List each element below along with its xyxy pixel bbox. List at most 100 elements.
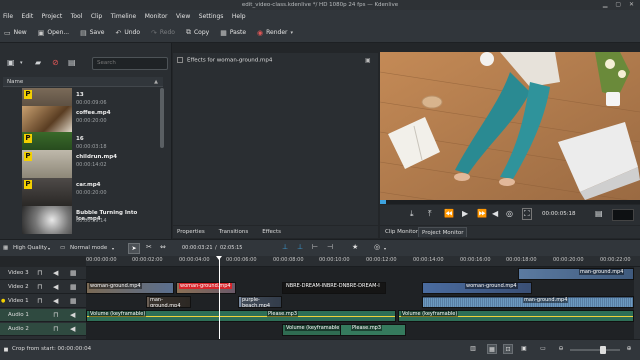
timeline-tracks[interactable]: man-ground.mp4 woman-ground.mp4 woman-gr… [86,267,634,339]
audio-mute-icon[interactable]: ◀ [53,269,58,277]
lock-icon[interactable]: ⊓ [37,283,42,291]
extract-icon[interactable]: ⊣ [327,243,333,251]
timeline-clip[interactable]: Volume (keyframable) [398,310,634,322]
forward-icon[interactable]: ⏩ [477,209,487,218]
copy-button[interactable]: ⧉ Copy [186,28,209,37]
set-zone-out-icon[interactable]: ⤒ [428,209,432,219]
menu-monitor[interactable]: Monitor [145,13,168,20]
mode-select[interactable]: Normal mode [70,245,107,251]
timeline-clip[interactable]: Volume (keyframable) Please.mp3 [86,310,396,322]
save-button[interactable]: ▤ Save [80,29,104,37]
tab-effects[interactable]: Effects [262,229,281,235]
play-icon[interactable]: ▶ [462,209,468,218]
menu-file[interactable]: File [3,13,13,20]
paste-button[interactable]: ▦ Paste [220,29,246,37]
zoom-out-icon[interactable]: ⊖ [556,344,566,354]
zoom-slider[interactable] [570,346,620,354]
timeline-clip[interactable]: woman-ground.mp4 [422,282,532,294]
timeline-clip[interactable]: man-ground.mp4 [422,296,634,308]
lock-icon[interactable]: ⊓ [53,325,58,333]
zoom-slider-knob[interactable] [600,346,606,354]
overwrite-icon[interactable]: ⊥ [297,243,303,251]
effects-enable-checkbox[interactable] [177,57,183,63]
monitor-menu-icon[interactable]: ▤ [595,209,603,218]
track-header-video-3[interactable]: Video 3 ⊓ ◀ ▦ [0,267,86,280]
list-item[interactable]: Bubble Turning Into Ice.mp4 00:00:39:14 [22,206,160,236]
timeline-clip[interactable]: man-ground.mp4 [518,268,634,280]
timeline-position[interactable]: 00:00:03:21 [182,245,213,251]
select-tool-icon[interactable]: ➤ [128,243,140,254]
lock-icon[interactable]: ⊓ [37,269,42,277]
timeline-playhead[interactable] [216,256,222,343]
undo-button[interactable]: ↶ Undo [115,29,140,37]
timeline-clip[interactable]: man-ground.mp4 [146,296,191,308]
timeline-clip[interactable]: Please.mp3 [340,324,406,336]
show-markers-icon[interactable]: ▣ [519,344,529,354]
spacer-tool-icon[interactable]: ⇔ [160,243,166,251]
timeline-scrollbar[interactable] [634,267,640,339]
menu-edit[interactable]: Edit [22,13,34,20]
project-monitor-video[interactable] [380,52,640,200]
render-button[interactable]: ◉ Render ▾ [257,29,296,37]
bin-search-input[interactable]: Search [92,57,168,70]
tab-transitions[interactable]: Transitions [219,229,248,235]
track-header-video-2[interactable]: Video 2 ⊓ ◀ ▦ [0,281,86,294]
zoom-in-icon[interactable]: ⊕ [624,344,634,354]
menu-timeline[interactable]: Timeline [111,13,137,20]
bin-column-header[interactable]: Name ▲ [3,77,163,87]
chevron-down-icon[interactable]: ▾ [20,60,23,66]
tab-project-monitor[interactable]: Project Monitor [418,227,468,237]
bin-view-icon[interactable]: ▣ [7,58,15,67]
timeline-ruler[interactable]: 00:00:00:00 00:00:02:00 00:00:04:00 00:0… [86,256,640,267]
fullscreen-icon[interactable]: ⛶ [522,208,532,220]
new-button[interactable]: ▭ New [4,29,27,37]
chevron-down-icon[interactable]: ▾ [48,246,50,251]
minimize-icon[interactable]: ▁ [603,1,611,8]
chevron-down-icon[interactable]: ▾ [112,246,114,251]
record-icon[interactable]: ◎ [374,243,380,251]
fit-zoom-icon[interactable]: ▭ [538,344,548,354]
quality-select[interactable]: High Quality [13,245,47,251]
set-zone-in-icon[interactable]: ⤓ [410,209,414,219]
timeline-clip[interactable]: woman-ground.mp4 [86,282,174,294]
redo-button[interactable]: ↷ Redo [151,29,175,37]
audio-mute-icon[interactable]: ◀ [53,297,58,305]
volume-icon[interactable]: ◀ [492,209,498,218]
video-hide-icon[interactable]: ▦ [70,269,77,277]
video-hide-icon[interactable]: ▦ [70,283,77,291]
lock-icon[interactable]: ⊓ [53,311,58,319]
menu-project[interactable]: Project [42,13,63,20]
list-item[interactable]: P childrun.mp4 00:00:14:02 [22,150,160,180]
menu-view[interactable]: View [176,13,190,20]
open-button[interactable]: ▣ Open... [38,29,69,37]
track-header-audio-1[interactable]: Audio 1 ⊓ ◀ [0,309,86,322]
chevron-down-icon[interactable]: ▾ [384,246,386,251]
favorite-star-icon[interactable]: ★ [352,243,358,251]
close-icon[interactable]: ✕ [629,1,637,8]
add-clip-icon[interactable]: ▤ [68,58,76,67]
delete-icon[interactable]: ⊘ [52,58,59,67]
audio-mute-icon[interactable]: ◀ [70,325,75,333]
video-thumbnails-icon[interactable]: ▦ [487,344,497,354]
audio-thumbnails-icon[interactable]: ▥ [468,344,478,354]
razor-tool-icon[interactable]: ✂ [146,243,152,251]
menu-settings[interactable]: Settings [199,13,224,20]
track-header-video-1[interactable]: ● Video 1 ⊓ ◀ ▦ [0,295,86,308]
list-item[interactable]: P car.mp4 00:00:20:00 [22,178,160,208]
timeline-clip[interactable]: NBRE-DREAM-INBRE-DNBRE-DREAM-I [282,282,386,294]
video-hide-icon[interactable]: ▦ [70,297,77,305]
folder-icon[interactable]: ▰ [35,58,41,67]
insert-icon[interactable]: ⊥ [282,243,288,251]
audio-mute-icon[interactable]: ◀ [70,311,75,319]
snap-icon[interactable]: ⊡ [503,344,513,354]
scrubber-position-marker[interactable] [380,200,386,204]
menu-clip[interactable]: Clip [91,13,102,20]
menu-tool[interactable]: Tool [71,13,83,20]
rewind-icon[interactable]: ⏪ [444,209,454,218]
tab-properties[interactable]: Properties [177,229,205,235]
monitor-timecode[interactable]: 00:00:05:18 [542,211,576,217]
bin-scrollbar[interactable] [160,88,164,236]
scrollbar-thumb[interactable] [160,88,164,148]
timeline-clip[interactable]: purple-beach.mp4 [238,296,282,308]
zoom-icon[interactable]: ◎ [506,209,513,218]
